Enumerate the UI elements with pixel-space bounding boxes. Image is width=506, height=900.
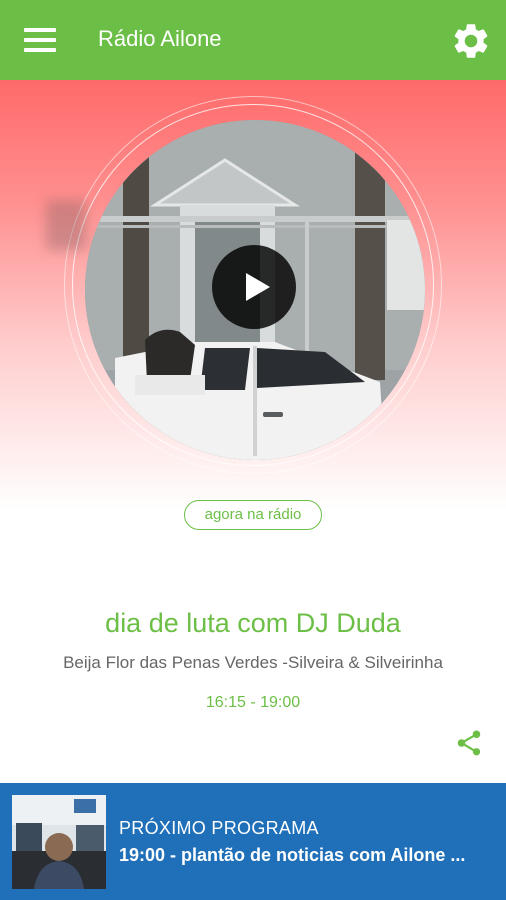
share-icon[interactable] — [454, 728, 484, 758]
now-on-air-badge: agora na rádio — [184, 500, 322, 530]
show-schedule: 16:15 - 19:00 — [205, 694, 301, 711]
show-title: dia de luta com DJ Duda — [105, 608, 401, 638]
app-title: Rádio Ailone — [98, 26, 222, 51]
play-icon — [246, 273, 270, 301]
next-program-title: 19:00 - plantão de noticias com Ailone .… — [119, 845, 466, 865]
next-program-label: PRÓXIMO PROGRAMA — [119, 818, 319, 838]
app-bar: Rádio Ailone — [0, 0, 506, 80]
next-program-bar[interactable]: PRÓXIMO PROGRAMA 19:00 - plantão de noti… — [0, 783, 506, 900]
song-title: Beija Flor das Penas Verdes -Silveira & … — [63, 653, 443, 672]
play-button[interactable] — [212, 245, 296, 329]
next-program-thumbnail — [12, 795, 106, 889]
menu-icon[interactable] — [24, 28, 56, 52]
blurred-edge — [46, 200, 86, 250]
gear-icon[interactable] — [450, 20, 492, 62]
